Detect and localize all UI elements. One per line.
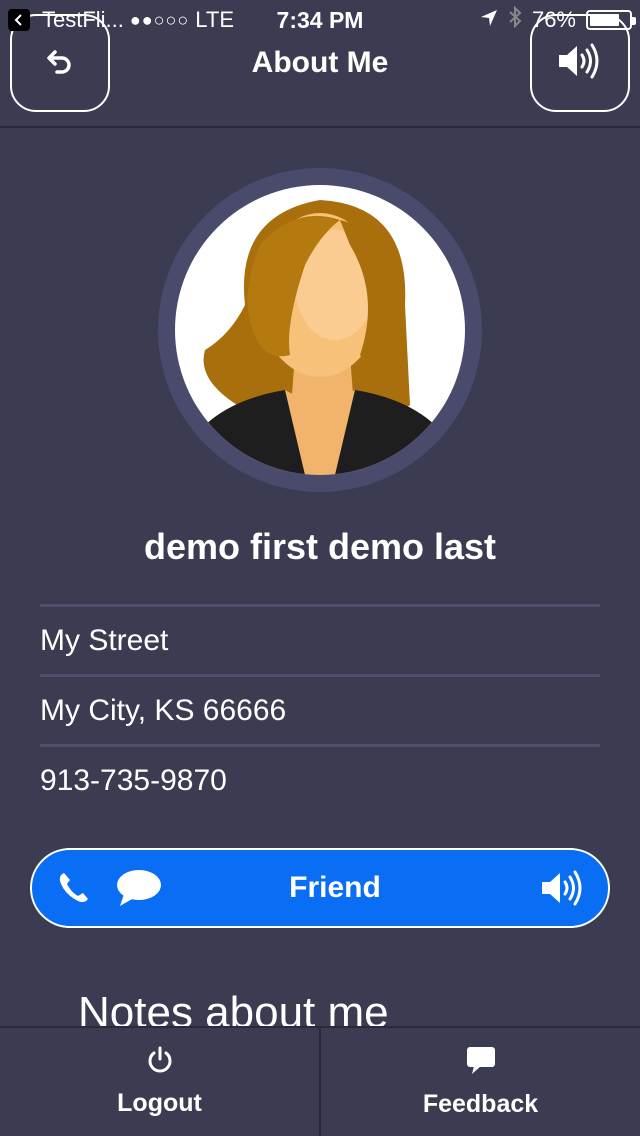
status-bar: TestFli... ●●○○○ LTE 7:34 PM 76%	[0, 0, 640, 40]
logout-label: Logout	[117, 1089, 202, 1117]
street-row: My Street	[40, 604, 600, 674]
contact-info-list: My Street My City, KS 66666 913-735-9870	[40, 604, 600, 814]
bluetooth-icon	[508, 5, 522, 34]
battery-percent: 76%	[531, 7, 576, 32]
street-text: My Street	[40, 623, 169, 657]
avatar[interactable]	[175, 185, 465, 475]
battery-icon	[586, 10, 636, 30]
user-name: demo first demo last	[143, 526, 497, 567]
avatar-ring	[158, 168, 482, 492]
feedback-button[interactable]: Feedback	[319, 1028, 640, 1136]
feedback-label: Feedback	[422, 1090, 539, 1118]
logout-button[interactable]: Logout	[0, 1028, 319, 1136]
phone-text[interactable]: 913-735-9870	[40, 764, 227, 798]
chat-bubble-icon	[466, 1045, 496, 1082]
power-icon	[146, 1046, 174, 1081]
location-arrow-icon	[480, 7, 498, 33]
city-row: My City, KS 66666	[40, 674, 600, 744]
phone-row[interactable]: 913-735-9870	[40, 744, 600, 814]
friend-label: Friend	[289, 871, 381, 904]
bottom-tab-bar: Logout Feedback	[0, 1026, 640, 1136]
city-text: My City, KS 66666	[40, 693, 287, 727]
speaker-icon[interactable]	[540, 868, 586, 908]
avatar-woman-icon	[175, 200, 465, 475]
speaker-icon	[557, 41, 603, 86]
friend-action-bar[interactable]: Friend	[30, 848, 610, 928]
